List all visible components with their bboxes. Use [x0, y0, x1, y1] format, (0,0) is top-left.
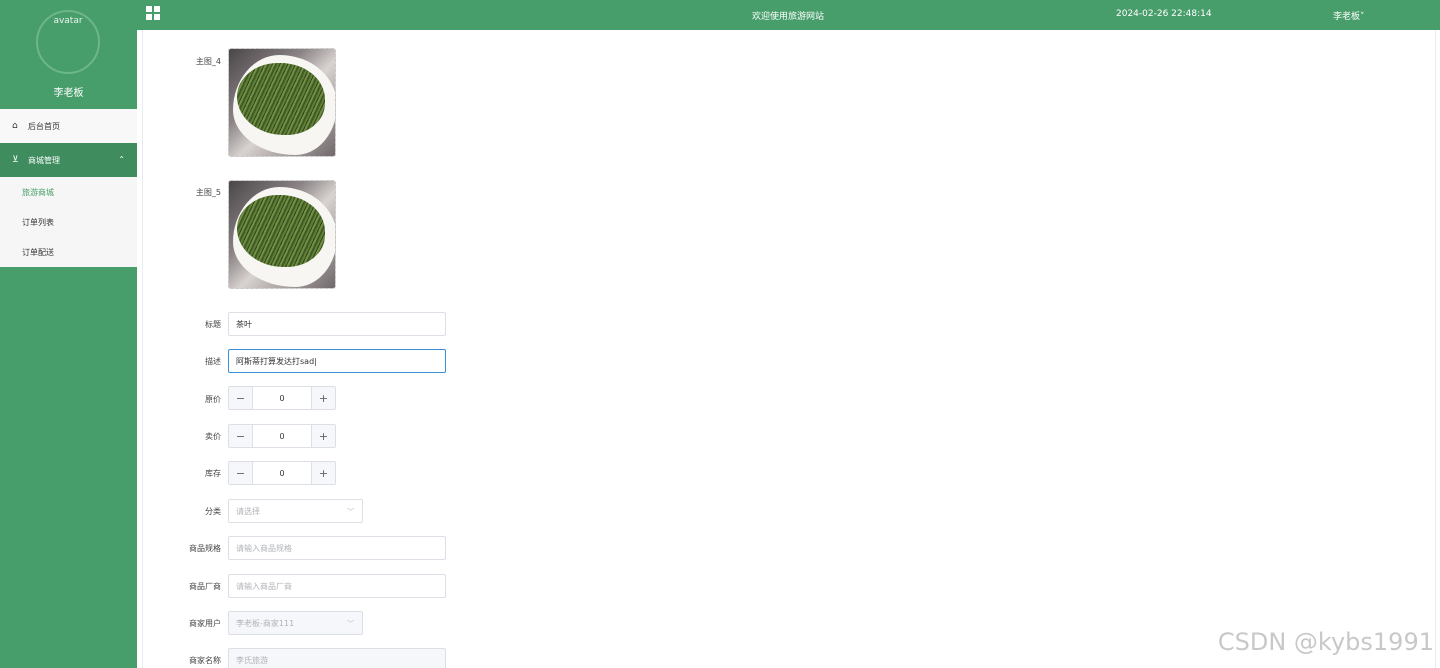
merchant-label: 商家用户	[189, 619, 221, 628]
datetime: 2024-02-26 22:48:14	[1116, 9, 1212, 19]
shop-name-value: 李氏旅游	[236, 655, 268, 665]
increment-button[interactable]: +	[311, 425, 335, 447]
sidebar-item-home[interactable]: ⌂ 后台首页	[0, 109, 137, 143]
title-input-value: 茶叶	[236, 319, 252, 329]
sidebar-group-mall[interactable]: ⊻ 商城管理 ⌃	[0, 143, 137, 177]
sidebar-item-order-list[interactable]: 订单列表	[0, 207, 137, 237]
image5-upload[interactable]	[228, 180, 336, 289]
category-label: 分类	[205, 507, 221, 516]
desc-input[interactable]: 阿斯蒂打算发达打sad|	[228, 349, 446, 373]
sidebar-item-travel-mall[interactable]: 旅游商城	[0, 177, 137, 207]
sidebar-item-order-delivery[interactable]: 订单配送	[0, 237, 137, 267]
maker-placeholder: 请输入商品厂商	[236, 581, 292, 591]
spec-label: 商品规格	[189, 544, 221, 553]
sidebar-username: 李老板	[53, 88, 84, 99]
user-dropdown[interactable]: 李老板˅	[1333, 9, 1365, 22]
title-label: 标题	[205, 320, 221, 329]
cart-icon: ⊻	[12, 155, 19, 165]
chevron-down-icon: ﹀	[347, 620, 354, 628]
watermark: CSDN @kybs1991	[1217, 628, 1434, 656]
stock-stepper[interactable]: − 0 +	[228, 461, 336, 485]
increment-button[interactable]: +	[311, 387, 335, 409]
stock-label: 库存	[205, 469, 221, 478]
sidebar-group-label: 商城管理	[28, 155, 60, 165]
title-input[interactable]: 茶叶	[228, 312, 446, 336]
desc-label: 描述	[205, 357, 221, 366]
merchant-select: 李老板-商家111 ﹀	[228, 611, 363, 635]
chevron-down-icon: ﹀	[347, 508, 354, 516]
orig-price-label: 原价	[205, 395, 221, 404]
merchant-value: 李老板-商家111	[236, 618, 295, 628]
decrement-button[interactable]: −	[229, 462, 253, 484]
profile: avatar 李老板	[0, 0, 137, 109]
spec-placeholder: 请输入商品规格	[236, 543, 292, 553]
maker-input[interactable]: 请输入商品厂商	[228, 574, 446, 598]
topbar: 欢迎使用旅游网站 2024-02-26 22:48:14 李老板˅	[137, 0, 1440, 30]
orig-price-value[interactable]: 0	[253, 387, 311, 409]
welcome-text: 欢迎使用旅游网站	[752, 12, 825, 22]
avatar: avatar	[36, 10, 100, 74]
image4-upload[interactable]	[228, 48, 336, 157]
desc-input-value: 阿斯蒂打算发达打sad|	[236, 356, 317, 366]
sidebar-item-label: 后台首页	[28, 121, 60, 131]
grid-menu-icon[interactable]	[146, 6, 160, 20]
increment-button[interactable]: +	[311, 462, 335, 484]
product-edit-form: 主图_4 主图_5 标题 茶叶 描述 阿斯蒂打算发达打sad| 原价 − 0 +…	[142, 30, 1436, 668]
chevron-down-icon: ˅	[1360, 12, 1365, 22]
decrement-button[interactable]: −	[229, 425, 253, 447]
sale-price-label: 卖价	[205, 432, 221, 441]
category-placeholder: 请选择	[236, 506, 260, 516]
sidebar: avatar 李老板 ⌂ 后台首页 ⊻ 商城管理 ⌃ 旅游商城 订单列表 订单配…	[0, 0, 137, 668]
avatar-alt-text: avatar	[53, 16, 83, 26]
sale-price-stepper[interactable]: − 0 +	[228, 424, 336, 448]
chevron-up-icon: ⌃	[118, 155, 125, 164]
sidebar-submenu: 旅游商城 订单列表 订单配送	[0, 177, 137, 267]
sale-price-value[interactable]: 0	[253, 425, 311, 447]
image5-label: 主图_5	[195, 188, 221, 197]
shop-label: 商家名称	[189, 656, 221, 665]
orig-price-stepper[interactable]: − 0 +	[228, 386, 336, 410]
shop-name-input: 李氏旅游	[228, 648, 446, 668]
maker-label: 商品厂商	[189, 582, 221, 591]
category-select[interactable]: 请选择 ﹀	[228, 499, 363, 523]
image4-label: 主图_4	[195, 57, 221, 66]
user-name: 李老板	[1333, 12, 1361, 22]
stock-value[interactable]: 0	[253, 462, 311, 484]
home-icon: ⌂	[12, 121, 18, 131]
decrement-button[interactable]: −	[229, 387, 253, 409]
spec-input[interactable]: 请输入商品规格	[228, 536, 446, 560]
